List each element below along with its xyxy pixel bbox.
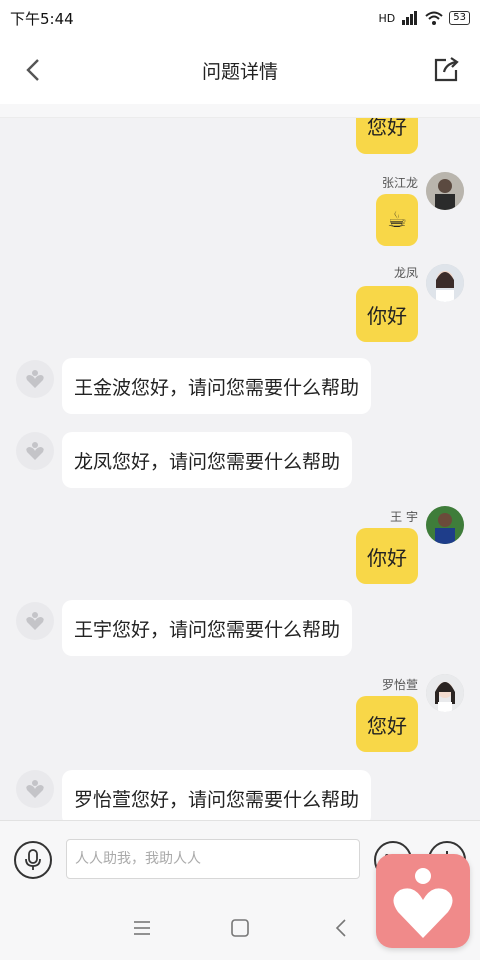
avatar[interactable] bbox=[426, 506, 464, 544]
message-text: 龙凤您好，请问您需要什么帮助 bbox=[74, 450, 341, 473]
message-text: 您好 bbox=[367, 713, 407, 738]
avatar-photo bbox=[426, 674, 464, 712]
avatar-photo bbox=[426, 506, 464, 544]
wifi-icon bbox=[425, 11, 443, 25]
sender-name: 龙凤 bbox=[393, 266, 418, 280]
outgoing-message-bubble[interactable]: ☕ bbox=[376, 194, 418, 246]
menu-icon[interactable] bbox=[130, 916, 154, 940]
message-text: 你好 bbox=[367, 303, 407, 328]
avatar-photo bbox=[426, 264, 464, 302]
home-icon[interactable] bbox=[228, 916, 252, 940]
incoming-message-bubble[interactable]: 王金波您好，请问您需要什么帮助 bbox=[62, 358, 372, 414]
service-avatar[interactable] bbox=[16, 602, 54, 640]
service-avatar[interactable] bbox=[16, 432, 54, 470]
sender-name: 罗怡萱 bbox=[381, 678, 418, 692]
avatar[interactable] bbox=[426, 172, 464, 210]
outgoing-message-bubble[interactable]: 您好 bbox=[356, 696, 418, 752]
heart-logo-icon bbox=[26, 780, 44, 798]
incoming-message-bubble[interactable]: 王宇您好，请问您需要什么帮助 bbox=[62, 600, 353, 656]
avatar[interactable] bbox=[426, 674, 464, 712]
page-title: 问题详情 bbox=[201, 60, 278, 83]
incoming-message-bubble[interactable]: 罗怡萱您好，请问您需要什么帮助 bbox=[62, 770, 372, 820]
message-text: 您好 bbox=[367, 118, 407, 139]
avatar-photo bbox=[426, 172, 464, 210]
message-text: 你好 bbox=[367, 545, 407, 570]
message-input[interactable] bbox=[66, 839, 360, 879]
outgoing-message-bubble[interactable]: 你好 bbox=[356, 528, 418, 584]
sender-name: 张江龙 bbox=[381, 176, 418, 190]
avatar[interactable] bbox=[426, 264, 464, 302]
message-text: 王宇您好，请问您需要什么帮助 bbox=[74, 618, 341, 641]
chat-screen: 下午5:44 HD 53 问题详情 您好 张江龙 ☕ 龙凤 你好 王金波您好，请… bbox=[0, 0, 480, 960]
message-text: 王金波您好，请问您需要什么帮助 bbox=[74, 376, 360, 399]
service-avatar[interactable] bbox=[16, 770, 54, 808]
heart-logo-icon bbox=[26, 442, 44, 460]
header-divider bbox=[0, 104, 480, 118]
sender-name: 王 宇 bbox=[390, 510, 418, 524]
status-icons: HD 53 bbox=[379, 11, 470, 25]
back-icon[interactable] bbox=[330, 916, 354, 940]
message-text: 罗怡萱您好，请问您需要什么帮助 bbox=[74, 788, 360, 811]
header-bar: 问题详情 bbox=[0, 36, 480, 104]
incoming-message-bubble[interactable]: 龙凤您好，请问您需要什么帮助 bbox=[62, 432, 353, 488]
service-avatar[interactable] bbox=[16, 360, 54, 398]
voice-input-button[interactable] bbox=[14, 841, 52, 879]
battery-indicator: 53 bbox=[449, 11, 470, 25]
back-arrow-icon[interactable] bbox=[20, 56, 48, 84]
status-time: 下午5:44 bbox=[10, 9, 74, 28]
floating-app-badge[interactable] bbox=[376, 854, 470, 948]
microphone-icon bbox=[25, 849, 41, 870]
status-bar: 下午5:44 HD 53 bbox=[0, 0, 480, 36]
outgoing-message-bubble[interactable]: 你好 bbox=[356, 286, 418, 342]
heart-logo-icon bbox=[393, 868, 453, 938]
network-type-label: HD bbox=[378, 11, 396, 25]
heart-logo-icon bbox=[26, 612, 44, 630]
signal-icon bbox=[402, 11, 418, 25]
share-icon[interactable] bbox=[432, 56, 460, 84]
coffee-emoji: ☕ bbox=[387, 207, 407, 233]
heart-logo-icon bbox=[26, 370, 44, 388]
outgoing-message-bubble[interactable]: 您好 bbox=[356, 118, 418, 154]
chat-message-list: 您好 张江龙 ☕ 龙凤 你好 王金波您好，请问您需要什么帮助 龙凤您好，请问您需… bbox=[0, 118, 480, 820]
